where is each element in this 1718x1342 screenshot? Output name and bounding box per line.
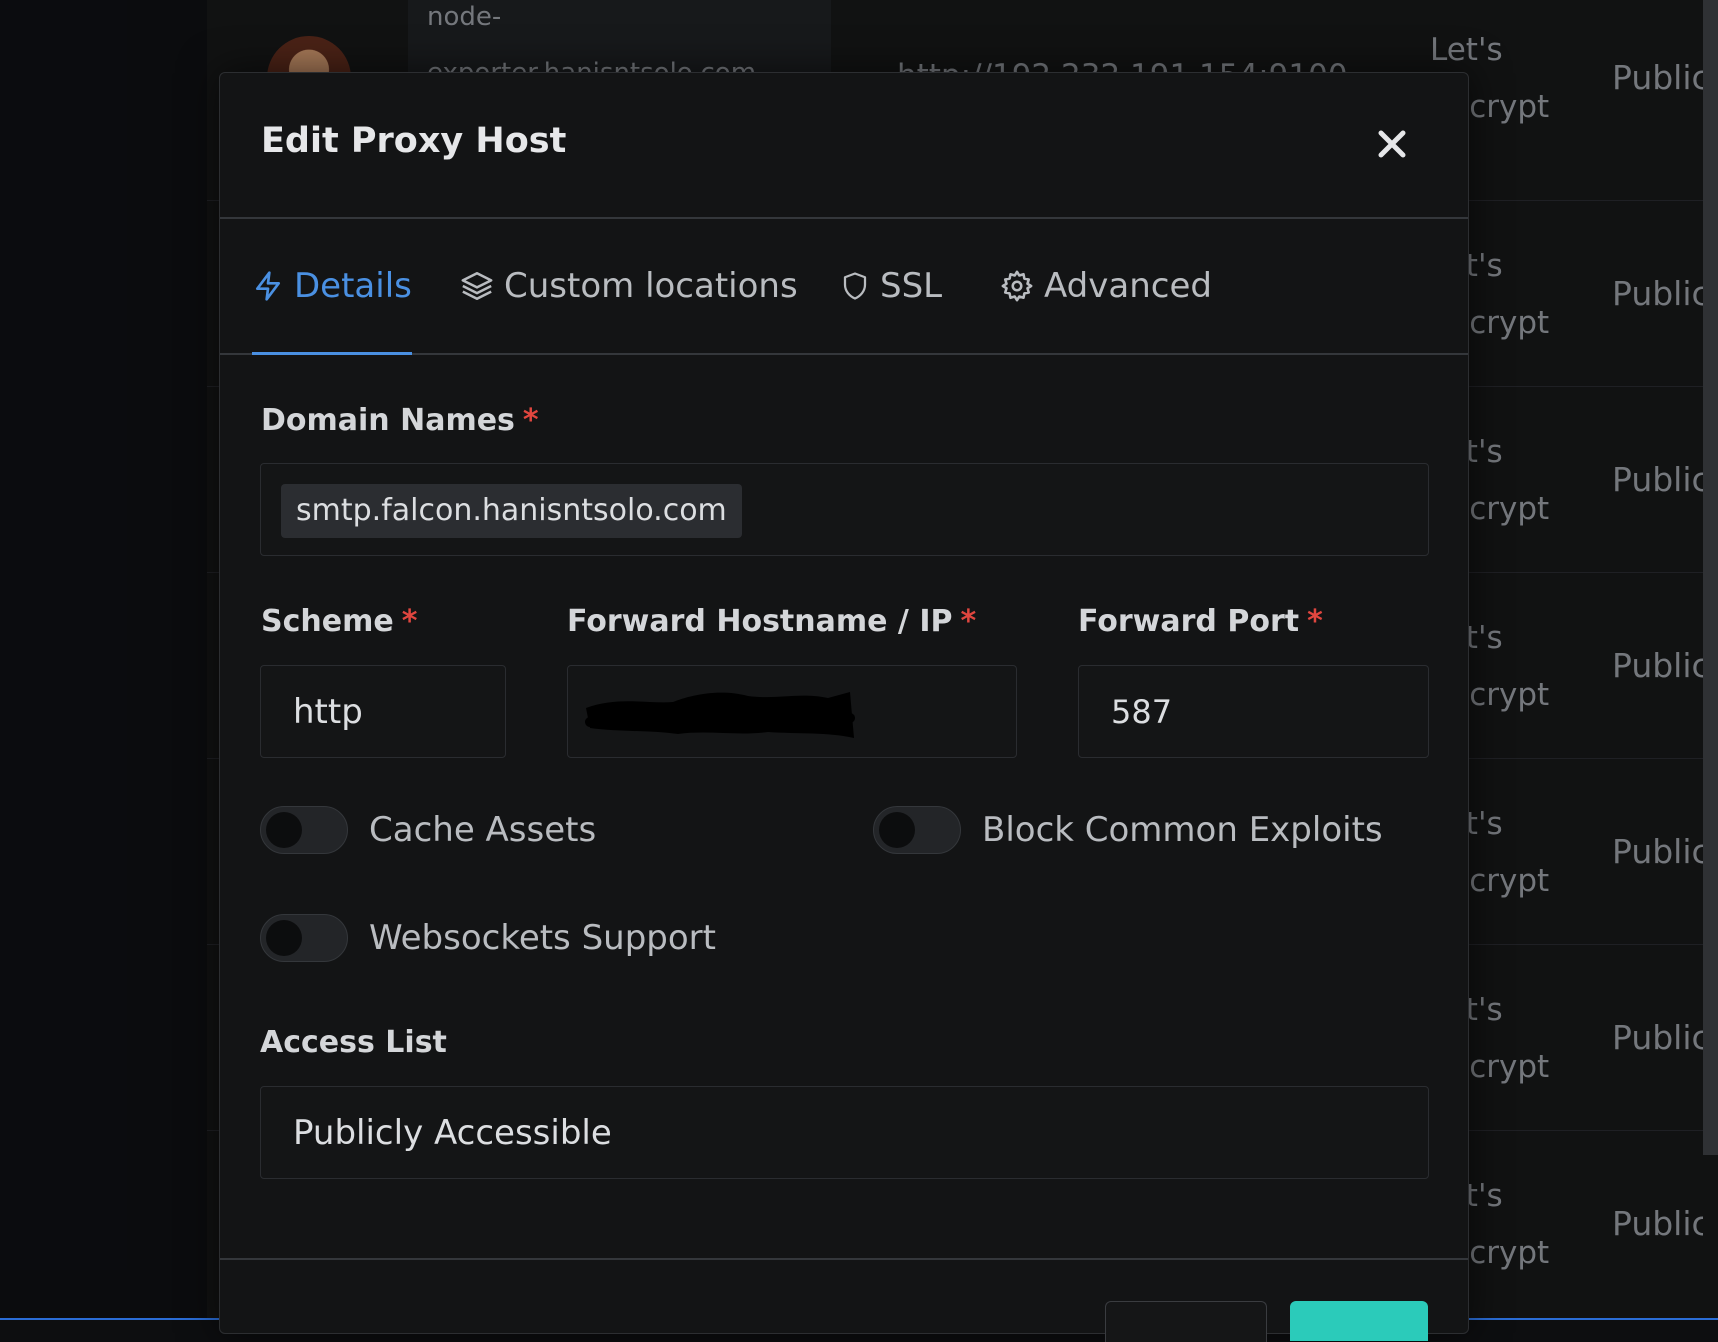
websockets-row: Websockets Support	[260, 912, 716, 964]
background-sidebar	[0, 0, 207, 1320]
modal-tabs: Details Custom locations SSL Advanced	[220, 219, 1468, 355]
required-marker: *	[522, 403, 539, 438]
gear-icon	[1001, 270, 1033, 302]
required-marker: *	[960, 604, 977, 639]
cancel-button[interactable]	[1105, 1301, 1267, 1342]
forward-hostname-label-text: Forward Hostname / IP	[567, 604, 953, 639]
forward-hostname-label: Forward Hostname / IP *	[567, 604, 976, 639]
shield-icon	[843, 272, 867, 300]
tab-label: Advanced	[1044, 266, 1212, 306]
background-host-line-1: node-	[427, 2, 502, 32]
tab-ssl[interactable]: SSL	[840, 219, 942, 353]
modal-title: Edit Proxy Host	[261, 121, 567, 161]
access-cell: Public	[1612, 460, 1703, 499]
scheme-select[interactable]: http	[260, 665, 506, 758]
access-cell: Public	[1612, 58, 1703, 97]
domain-names-label-text: Domain Names	[261, 403, 515, 438]
cache-assets-label: Cache Assets	[369, 810, 597, 850]
tab-custom-locations[interactable]: Custom locations	[460, 219, 798, 353]
access-cell: Public	[1612, 1204, 1703, 1243]
tab-advanced[interactable]: Advanced	[1000, 219, 1212, 353]
access-cell: Public	[1612, 1018, 1703, 1057]
block-exploits-row: Block Common Exploits	[873, 804, 1383, 856]
scheme-value: http	[293, 691, 363, 732]
close-button[interactable]	[1370, 123, 1414, 167]
scrollbar-thumb[interactable]	[1703, 0, 1718, 1155]
scheme-label-text: Scheme	[261, 604, 394, 639]
scheme-label: Scheme *	[261, 604, 417, 639]
forward-port-label-text: Forward Port	[1078, 604, 1300, 639]
access-cell: Public	[1612, 832, 1703, 871]
tab-label: Details	[294, 266, 412, 306]
domain-names-input[interactable]: smtp.falcon.hanisntsolo.com	[260, 463, 1429, 556]
block-exploits-label: Block Common Exploits	[982, 810, 1383, 850]
required-marker: *	[1307, 604, 1323, 639]
access-cell: Public	[1612, 274, 1703, 313]
forward-hostname-input[interactable]	[567, 665, 1017, 758]
websockets-toggle[interactable]	[260, 914, 348, 962]
scrollbar-track[interactable]	[1703, 1155, 1718, 1320]
toggle-knob	[879, 812, 915, 848]
forward-port-value: 587	[1111, 692, 1173, 731]
modal-header: Edit Proxy Host	[220, 73, 1468, 219]
toggle-knob	[266, 920, 302, 956]
redaction-scribble	[585, 692, 855, 738]
domain-names-label: Domain Names *	[261, 403, 539, 438]
close-icon	[1378, 130, 1406, 158]
forward-port-input[interactable]: 587	[1078, 665, 1429, 758]
tab-label: SSL	[880, 266, 943, 306]
cache-assets-toggle[interactable]	[260, 806, 348, 854]
access-list-select[interactable]: Publicly Accessible	[260, 1086, 1429, 1179]
edit-proxy-host-modal: Edit Proxy Host Details Custom locations	[219, 72, 1469, 1342]
block-exploits-toggle[interactable]	[873, 806, 961, 854]
access-list-value: Publicly Accessible	[293, 1112, 612, 1153]
forward-port-label: Forward Port *	[1078, 604, 1323, 639]
access-list-label: Access List	[260, 1025, 447, 1060]
modal-footer-divider	[220, 1258, 1468, 1260]
access-cell: Public	[1612, 646, 1703, 685]
toggle-knob	[266, 812, 302, 848]
bolt-icon	[255, 271, 280, 301]
layers-icon	[461, 271, 493, 301]
required-marker: *	[401, 604, 418, 639]
save-button[interactable]	[1290, 1301, 1428, 1341]
tab-details[interactable]: Details	[252, 219, 412, 355]
websockets-label: Websockets Support	[369, 918, 716, 958]
cache-assets-row: Cache Assets	[260, 804, 596, 856]
domain-chip[interactable]: smtp.falcon.hanisntsolo.com	[281, 484, 742, 538]
tab-label: Custom locations	[504, 266, 798, 306]
